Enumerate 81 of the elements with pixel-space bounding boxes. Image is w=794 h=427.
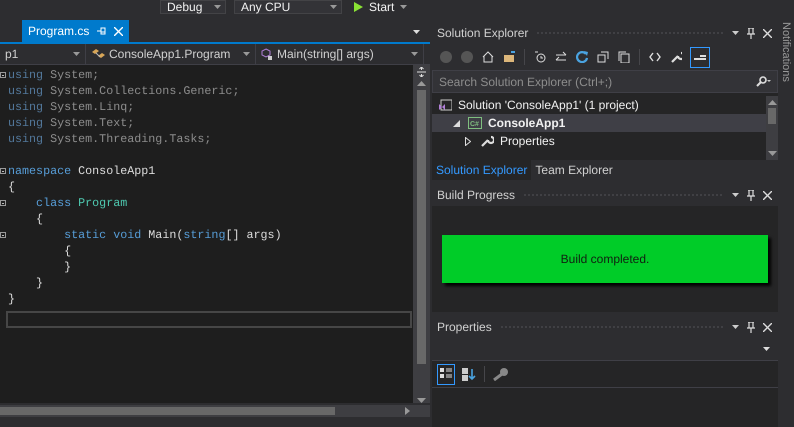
code-icon[interactable] bbox=[649, 51, 661, 63]
close-icon[interactable] bbox=[763, 28, 772, 38]
play-icon bbox=[354, 2, 363, 12]
close-icon[interactable] bbox=[763, 190, 772, 200]
dropdown-caret-icon[interactable] bbox=[243, 52, 250, 56]
panel-title: Properties bbox=[437, 320, 492, 334]
home-icon[interactable] bbox=[482, 51, 494, 63]
expanded-arrow-icon[interactable] bbox=[452, 120, 460, 126]
dropdown-caret-icon[interactable] bbox=[763, 347, 770, 351]
member-dropdown[interactable]: Main(string[] args) bbox=[256, 44, 424, 64]
pin-icon[interactable] bbox=[747, 190, 755, 200]
start-button[interactable]: Start bbox=[350, 0, 412, 14]
code-line: using System.Threading.Tasks; bbox=[8, 131, 212, 147]
dropdown-caret-icon[interactable] bbox=[400, 5, 408, 9]
dropdown-caret-icon[interactable] bbox=[73, 52, 80, 56]
clock-icon[interactable] bbox=[534, 51, 546, 63]
cube-icon bbox=[261, 48, 273, 60]
project-dropdown[interactable]: p1 bbox=[0, 44, 86, 64]
class-dropdown[interactable]: ConsoleApp1.Program bbox=[86, 44, 256, 64]
copy-pages-icon[interactable] bbox=[618, 51, 630, 63]
search-field[interactable]: Search Solution Explorer (Ctrl+;) bbox=[432, 70, 778, 93]
folder-sync-icon[interactable] bbox=[503, 51, 515, 63]
dropdown-caret-icon[interactable] bbox=[732, 325, 739, 329]
code-line: static void Main(string[] args) bbox=[63, 227, 282, 243]
dropdown-caret-icon[interactable] bbox=[330, 5, 337, 9]
preview-toggle[interactable] bbox=[691, 48, 709, 66]
collapse-icon[interactable] bbox=[0, 200, 6, 206]
dropdown-caret-icon[interactable] bbox=[411, 52, 418, 56]
dropdown-caret-icon[interactable] bbox=[732, 193, 739, 197]
collapse-icon[interactable] bbox=[0, 168, 6, 174]
configuration-dropdown[interactable]: Debug bbox=[160, 0, 226, 14]
collapse-icon[interactable] bbox=[0, 232, 6, 238]
panel-tab[interactable]: Solution Explorer bbox=[432, 160, 532, 180]
key-icon[interactable] bbox=[493, 367, 509, 381]
swap-arrows-icon[interactable] bbox=[555, 51, 567, 63]
dropdown-caret-icon[interactable] bbox=[214, 5, 221, 9]
tab-list-caret-icon[interactable] bbox=[413, 30, 420, 34]
code-line: } bbox=[35, 275, 44, 291]
code-line: using System.Collections.Generic; bbox=[8, 83, 240, 99]
code-line: using System; bbox=[8, 67, 100, 83]
wrench-icon bbox=[480, 135, 494, 147]
notifications-tab[interactable]: Notifications bbox=[780, 22, 792, 82]
close-icon[interactable] bbox=[763, 322, 772, 332]
horizontal-scrollbar[interactable] bbox=[0, 405, 430, 417]
up-arrow-icon[interactable] bbox=[768, 100, 776, 105]
refresh-icon[interactable] bbox=[576, 51, 588, 63]
collapse-all-icon[interactable] bbox=[597, 51, 609, 63]
tree-item[interactable]: Properties bbox=[432, 132, 766, 150]
pin-icon[interactable] bbox=[747, 28, 755, 38]
pin-icon[interactable] bbox=[747, 322, 755, 332]
panel-title: Solution Explorer bbox=[437, 26, 528, 40]
platform-dropdown[interactable]: Any CPU bbox=[234, 0, 342, 14]
code-line: { bbox=[35, 211, 44, 227]
code-line: using System.Text; bbox=[8, 115, 134, 131]
vertical-scrollbar[interactable] bbox=[413, 65, 430, 403]
collapsed-arrow-icon[interactable] bbox=[465, 136, 471, 146]
sort-alphabetical-icon[interactable] bbox=[462, 368, 476, 380]
split-icon[interactable] bbox=[417, 67, 426, 77]
code-line: class Program bbox=[35, 195, 128, 211]
vertical-scrollbar[interactable] bbox=[766, 96, 778, 160]
categorized-list-icon bbox=[440, 366, 452, 378]
code-line: } bbox=[63, 259, 72, 275]
solution-icon bbox=[438, 99, 452, 111]
collapse-icon[interactable] bbox=[0, 72, 6, 78]
up-arrow-icon[interactable] bbox=[417, 81, 426, 86]
categorized-toggle[interactable] bbox=[438, 364, 454, 384]
code-line: namespace ConsoleApp1 bbox=[8, 163, 156, 179]
wrench-icon[interactable] bbox=[670, 51, 682, 63]
code-line: using System.Linq; bbox=[8, 99, 134, 115]
down-arrow-icon[interactable] bbox=[768, 151, 776, 156]
build-status-banner: Build completed. bbox=[442, 235, 768, 283]
code-line: } bbox=[8, 291, 16, 307]
search-icon[interactable] bbox=[755, 76, 771, 87]
right-arrow-icon[interactable] bbox=[405, 407, 410, 415]
code-line: { bbox=[63, 243, 72, 259]
tree-item[interactable]: Solution 'ConsoleApp1' (1 project) bbox=[432, 96, 766, 114]
dropdown-caret-icon[interactable] bbox=[732, 31, 739, 35]
down-arrow-icon[interactable] bbox=[417, 398, 426, 403]
class-icon bbox=[91, 48, 105, 60]
code-line: { bbox=[8, 179, 16, 195]
panel-title: Build Progress bbox=[437, 188, 516, 202]
